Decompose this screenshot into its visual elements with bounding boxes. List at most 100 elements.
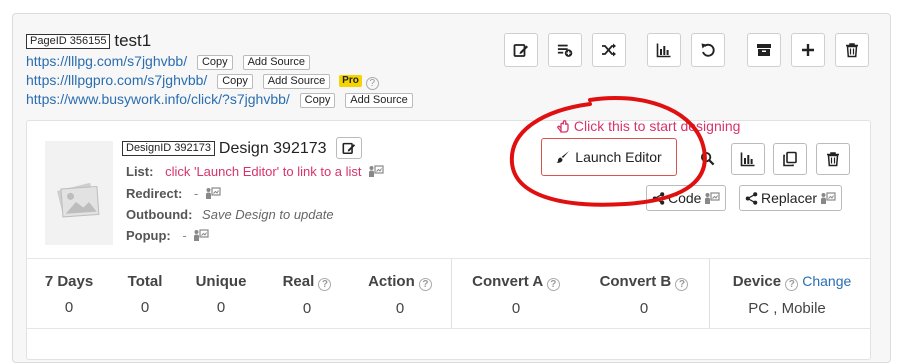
- stats-icon: [656, 43, 671, 58]
- presenter-icon: [705, 191, 721, 204]
- outbound-label: Outbound:: [126, 207, 193, 222]
- page-header: PageID 356155 test1: [26, 31, 151, 51]
- presenter-icon[interactable]: [368, 165, 384, 178]
- launch-editor-button[interactable]: Launch Editor: [541, 138, 677, 176]
- design-title: Design 392173: [218, 140, 327, 157]
- design-thumbnail: [45, 141, 113, 245]
- search-icon: [700, 151, 714, 165]
- copy-button[interactable]: Copy: [299, 93, 336, 108]
- stat-total: Total 0: [115, 273, 175, 316]
- stat-convert-b: Convert B ? 0: [589, 273, 699, 317]
- share-icon: [745, 191, 758, 205]
- help-icon[interactable]: ?: [785, 278, 799, 291]
- stat-label: Unique: [195, 273, 247, 290]
- design-stats-button[interactable]: [731, 143, 765, 175]
- stat-value: 0: [140, 299, 150, 316]
- presenter-icon[interactable]: [193, 229, 209, 242]
- edit-page-button[interactable]: [504, 33, 538, 67]
- edit-design-button[interactable]: [336, 137, 363, 159]
- stat-label: Convert A: [472, 273, 543, 290]
- page-title: test1: [114, 31, 152, 50]
- stat-value: 0: [216, 299, 226, 316]
- stat-device: Device ? Change PC , Mobile: [717, 273, 867, 317]
- page-link[interactable]: https://lllpgpro.com/s7jghvbb/: [26, 72, 207, 88]
- stats-divider: [451, 259, 452, 329]
- add-to-list-icon: [557, 44, 573, 57]
- replacer-label: Replacer: [761, 190, 818, 206]
- code-button[interactable]: Code: [646, 185, 727, 211]
- outbound-row: Outbound: Save Design to update: [126, 207, 334, 222]
- stats-bottom-border: [27, 328, 870, 329]
- shuffle-button[interactable]: [592, 33, 626, 67]
- presenter-icon: [821, 191, 836, 204]
- copy-button[interactable]: Copy: [196, 55, 233, 70]
- launch-hint-text: Click this to start designing: [573, 118, 741, 134]
- undo-icon: [701, 43, 715, 57]
- add-source-button[interactable]: Add Source: [242, 55, 311, 70]
- page-stats-button[interactable]: [647, 33, 681, 67]
- edit-icon: [513, 44, 528, 57]
- page-id-badge: PageID 356155: [26, 34, 111, 49]
- delete-page-button[interactable]: [835, 33, 869, 67]
- stats-icon: [740, 152, 755, 167]
- stat-label: 7 Days: [44, 273, 94, 290]
- stat-real: Real ? 0: [272, 273, 342, 317]
- plus-icon: [802, 44, 814, 56]
- share-icon: [652, 191, 665, 205]
- stat-label: Convert B: [599, 273, 672, 290]
- page-link[interactable]: https://www.busywork.info/click/?s7jghvb…: [26, 91, 290, 107]
- edit-icon: [342, 142, 356, 155]
- page-links: https://lllpg.com/s7jghvbb/ Copy Add Sou…: [26, 52, 413, 109]
- search-button[interactable]: [691, 145, 723, 171]
- delete-design-button[interactable]: [816, 143, 850, 175]
- add-button[interactable]: [791, 33, 825, 67]
- image-placeholder-icon: [45, 141, 113, 245]
- stat-label: Real: [282, 273, 315, 290]
- copy-button[interactable]: Copy: [217, 74, 253, 89]
- code-label: Code: [668, 190, 702, 206]
- stat-convert-a: Convert A ? 0: [461, 273, 571, 317]
- list-value: click 'Launch Editor' to link to a list: [165, 164, 362, 179]
- help-icon[interactable]: ?: [418, 278, 432, 291]
- stats-divider: [709, 259, 710, 329]
- link-row: https://lllpg.com/s7jghvbb/ Copy Add Sou…: [26, 52, 413, 71]
- stat-value: 0: [395, 300, 405, 317]
- help-icon[interactable]: ?: [546, 278, 560, 291]
- trash-icon: [827, 152, 839, 167]
- popup-label: Popup:: [126, 228, 171, 243]
- copy-icon: [783, 151, 797, 167]
- archive-icon: [757, 44, 771, 56]
- change-device-link[interactable]: Change: [802, 273, 851, 289]
- add-source-button[interactable]: Add Source: [345, 93, 413, 108]
- redirect-row: Redirect: -: [126, 186, 221, 201]
- redirect-value: -: [193, 186, 199, 201]
- add-source-button[interactable]: Add Source: [262, 74, 331, 89]
- replacer-button[interactable]: Replacer: [739, 185, 843, 211]
- help-icon[interactable]: ?: [318, 278, 332, 291]
- paintbrush-icon: [556, 151, 570, 163]
- link-row: https://www.busywork.info/click/?s7jghvb…: [26, 90, 413, 109]
- popup-value: -: [182, 228, 187, 243]
- stat-label: Total: [127, 273, 163, 290]
- pro-badge: Pro: [339, 75, 362, 87]
- stat-7-days: 7 Days 0: [31, 273, 107, 316]
- help-icon[interactable]: ?: [675, 278, 689, 291]
- presenter-icon[interactable]: [205, 187, 221, 200]
- page-link[interactable]: https://lllpg.com/s7jghvbb/: [26, 53, 187, 69]
- archive-button[interactable]: [747, 33, 781, 67]
- list-label: List:: [126, 164, 154, 179]
- stat-value: 0: [64, 299, 74, 316]
- launch-hint: Click this to start designing: [557, 118, 740, 134]
- add-to-list-button[interactable]: [548, 33, 582, 67]
- undo-button[interactable]: [691, 33, 725, 67]
- link-row: https://lllpgpro.com/s7jghvbb/ Copy Add …: [26, 71, 413, 90]
- stats-strip: 7 Days 0 Total 0 Unique 0 Real ? 0 Actio…: [27, 258, 870, 329]
- help-icon[interactable]: ?: [365, 77, 379, 90]
- stat-label: Action: [368, 273, 415, 290]
- stat-value: PC , Mobile: [748, 300, 826, 317]
- stat-unique: Unique 0: [185, 273, 257, 316]
- popup-row: Popup: -: [126, 228, 209, 243]
- stat-action: Action ? 0: [357, 273, 443, 317]
- duplicate-design-button[interactable]: [773, 143, 807, 175]
- stat-label: Device: [732, 273, 782, 290]
